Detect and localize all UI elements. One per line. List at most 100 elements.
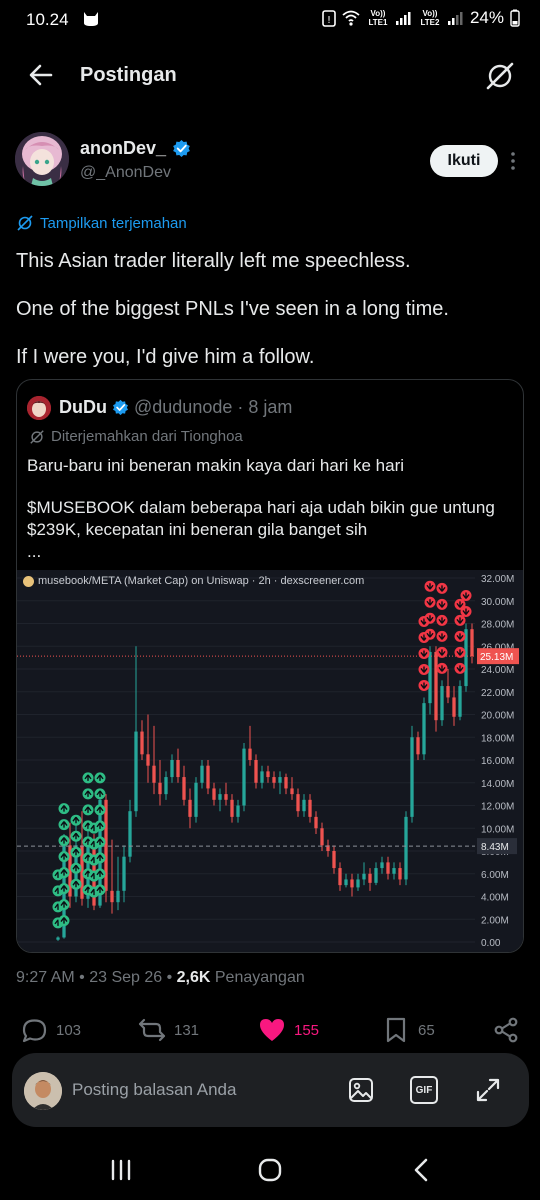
candle-body [296, 794, 300, 812]
candle-body [134, 731, 138, 812]
candle-body [302, 799, 306, 812]
repost-count: 131 [174, 1021, 200, 1039]
token-logo-icon [23, 575, 34, 587]
author-avatar[interactable] [15, 132, 69, 186]
quote-text-line-1: Baru-baru ini beneran makin kaya dari ha… [27, 456, 405, 475]
quoted-post-card[interactable]: DuDu @dudunode · 8 jam Diterjemahkan dar… [16, 379, 524, 953]
bookmark-count: 65 [418, 1021, 435, 1039]
candlestick-chart[interactable]: 0.002.00M4.00M6.00M8.00M10.00M12.00M14.0… [17, 570, 523, 952]
quote-verified-badge-icon [113, 399, 128, 416]
author-name-row[interactable]: anonDev_ [80, 138, 191, 159]
candle-body [170, 760, 174, 778]
translate-icon [17, 215, 33, 231]
repost-icon [138, 1018, 166, 1042]
quote-text-ellipsis: ... [27, 542, 42, 561]
my-avatar-image [24, 1072, 62, 1110]
post-actions: 103 131 155 65 [0, 1012, 540, 1048]
y-tick-label: 22.00M [481, 688, 514, 699]
candle-body [104, 799, 108, 891]
expand-icon[interactable] [474, 1076, 502, 1104]
chart-caption: musebook/META (Market Cap) on Uniswap · … [23, 575, 364, 587]
grok-icon[interactable] [484, 60, 516, 92]
candle-body [152, 765, 156, 783]
top-app-bar: Postingan [0, 48, 540, 104]
candle-body [398, 868, 402, 880]
like-button[interactable]: 155 [258, 1016, 319, 1044]
status-bar: 10.24 ! Vo)) LTE1 Vo)) LTE2 24% [0, 0, 540, 40]
post-timestamp: 9:27 AM • 23 Sep 26 • [16, 969, 177, 986]
cat-notification-icon [84, 12, 98, 26]
follow-button[interactable]: Ikuti [430, 145, 498, 177]
post-text-line-1: This Asian trader literally left me spee… [16, 250, 411, 272]
post-views-count[interactable]: 2,6K [177, 969, 211, 986]
candle-body [248, 748, 252, 760]
y-tick-label: 12.00M [481, 802, 514, 813]
anime-avatar-image [15, 132, 69, 186]
candle-body [116, 890, 120, 903]
image-icon[interactable] [347, 1076, 375, 1104]
arrow-left-icon[interactable] [26, 60, 56, 90]
y-tick-label: 24.00M [481, 665, 514, 676]
chart-svg: 0.002.00M4.00M6.00M8.00M10.00M12.00M14.0… [17, 574, 519, 949]
quote-header: DuDu @dudunode · 8 jam [59, 397, 292, 418]
candle-body [182, 777, 186, 800]
candle-body [416, 737, 420, 755]
y-tick-label: 18.00M [481, 733, 514, 744]
post-views-label: Penayangan [210, 969, 305, 986]
last-price-label: 25.13M [480, 652, 513, 663]
y-tick-label: 30.00M [481, 597, 514, 608]
candle-body [200, 765, 204, 783]
repost-button[interactable]: 131 [138, 1016, 199, 1044]
author-name[interactable]: anonDev_ [80, 138, 166, 159]
show-translation-link[interactable]: Tampilkan terjemahan [16, 214, 187, 232]
candle-body [392, 868, 396, 874]
bookmark-icon [386, 1017, 406, 1043]
candle-body [128, 811, 132, 857]
candle-body [284, 777, 288, 789]
quote-avatar-image [27, 396, 51, 420]
candle-body [356, 879, 360, 888]
y-tick-label: 14.00M [481, 779, 514, 790]
candle-body [206, 765, 210, 789]
candle-body [260, 771, 264, 783]
candle-body [380, 862, 384, 869]
candle-body [332, 851, 336, 869]
wifi-icon [342, 10, 360, 26]
gif-icon[interactable]: GIF [410, 1076, 438, 1104]
y-tick-label: 2.00M [481, 915, 509, 926]
share-button[interactable] [492, 1016, 520, 1044]
y-tick-label: 4.00M [481, 893, 509, 904]
page-title: Postingan [80, 64, 177, 86]
candle-body [410, 737, 414, 817]
my-avatar [24, 1072, 62, 1110]
quote-translated-from: Diterjemahkan dari Tionghoa [29, 428, 243, 445]
reply-button[interactable]: 103 [20, 1016, 81, 1044]
home-icon[interactable] [255, 1156, 285, 1184]
quote-author-name: DuDu [59, 397, 107, 417]
candle-body [386, 862, 390, 874]
candle-body [338, 868, 342, 886]
candle-body [320, 828, 324, 846]
show-translation-label[interactable]: Tampilkan terjemahan [40, 215, 187, 232]
candle-body [158, 782, 162, 795]
candle-body [230, 799, 234, 817]
share-icon [494, 1017, 518, 1043]
bookmark-button[interactable]: 65 [382, 1016, 435, 1044]
post-text-line-3: If I were you, I'd give him a follow. [16, 346, 315, 368]
recent-apps-icon[interactable] [106, 1156, 136, 1184]
status-icons: ! Vo)) LTE1 Vo)) LTE2 24% [322, 8, 520, 28]
more-options-icon[interactable] [506, 150, 520, 172]
candle-body [212, 788, 216, 800]
candle-body [368, 873, 372, 883]
candle-body [272, 777, 276, 783]
y-tick-label: 0.00 [481, 938, 501, 949]
back-nav-icon[interactable] [406, 1156, 436, 1184]
signal-icon-2 [447, 12, 463, 25]
reply-icon [22, 1019, 47, 1043]
reply-input[interactable] [72, 1077, 322, 1103]
chart-title: musebook/META (Market Cap) on Uniswap · … [38, 575, 365, 587]
candle-body [350, 879, 354, 888]
author-handle[interactable]: @_AnonDev [80, 164, 171, 182]
candle-body [266, 771, 270, 778]
sim2-label: Vo)) LTE2 [420, 9, 440, 27]
